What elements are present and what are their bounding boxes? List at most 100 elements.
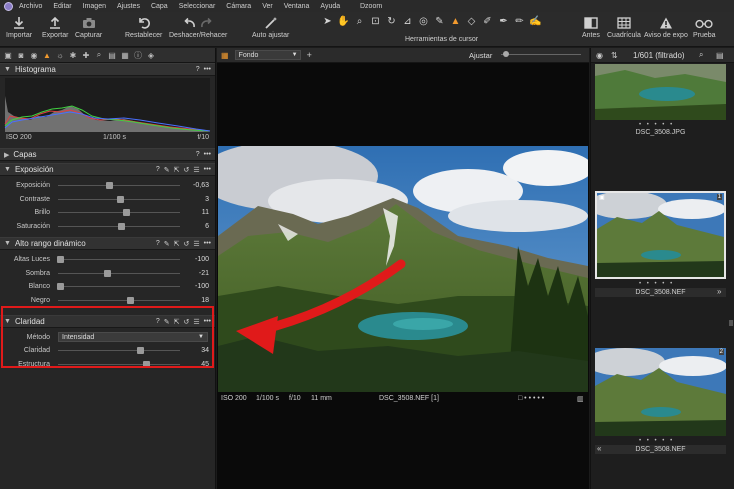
layers-header[interactable]: ▶ Capas ? ••• [0,148,215,161]
zoom-fit-label[interactable]: Ajustar [469,51,492,60]
menu-archivo[interactable]: Archivo [19,3,42,10]
sort-icon[interactable]: ⇅ [611,51,618,60]
hdr-header[interactable]: ▼ Alto rango dinámico ? ✎ ⇱ ↺ ☰ ••• [0,237,215,250]
main-photo[interactable] [218,146,588,392]
menu-ayuda[interactable]: Ayuda [320,3,340,10]
menu-imagen[interactable]: Imagen [83,3,106,10]
undo-redo-button[interactable]: Deshacer/Rehacer [169,14,227,39]
slider-track[interactable] [58,269,180,277]
adjust-tab-icon[interactable]: ⌕ [95,50,103,59]
menu-ventana[interactable]: Ventana [284,3,310,10]
exposure-tab-icon[interactable]: ☼ [56,51,64,60]
proof-button[interactable]: Prueba [693,14,716,39]
eye-icon[interactable]: ◉ [596,51,603,60]
color-tag-icon[interactable]: ▥ [577,395,584,403]
menu-seleccionar[interactable]: Seleccionar [179,3,216,10]
menu-ver[interactable]: Ver [262,3,273,10]
local-adjust-tab-icon[interactable]: ✚ [82,51,90,60]
slider-knob[interactable] [123,209,131,217]
filter-icon[interactable]: ▤ [716,51,724,60]
metadata-tab-icon[interactable]: ▤ [108,51,116,60]
slider-value[interactable]: 6 [205,223,209,230]
slider-value[interactable]: -0,63 [193,182,209,189]
before-button[interactable]: Antes [582,14,600,39]
chevron-down-icon[interactable]: ▼ [4,166,11,173]
background-select[interactable]: Fondo ▼ [234,50,301,60]
slider-knob[interactable] [118,222,126,230]
zoom-slider[interactable] [501,51,581,57]
slider-value[interactable]: 3 [205,196,209,203]
eraser-icon[interactable]: ◇ [466,15,477,28]
import-button[interactable]: Importar [6,14,32,39]
reset-button[interactable]: Restablecer [125,14,162,39]
help-icon[interactable]: ? [196,151,200,158]
zoom-knob[interactable] [503,51,509,57]
clone-icon[interactable]: ✏ [514,15,525,28]
eyedropper-icon[interactable]: ✒ [498,15,509,28]
thumbnail[interactable] [595,64,726,120]
slider-track[interactable] [57,256,180,264]
menu-ajustes[interactable]: Ajustes [117,3,140,10]
copy-icon[interactable]: ⇱ [174,166,180,174]
add-icon[interactable]: + [307,50,312,60]
reset-icon[interactable]: ↺ [183,166,189,174]
help-icon[interactable]: ? [196,66,200,73]
slider-knob[interactable] [126,296,134,304]
thumbnail-rating[interactable]: • • • • • [639,281,674,287]
exposure-header[interactable]: ▼ Exposición ? ✎ ⇱ ↺ ☰ ••• [0,163,215,176]
output-tab-icon[interactable]: ▦ [121,51,129,60]
scrollbar[interactable] [729,320,733,326]
capture-tab-icon[interactable]: ◙ [17,51,25,60]
slider-knob[interactable] [57,256,65,264]
slider-knob[interactable] [103,269,111,277]
export-button[interactable]: Exportar [42,14,68,39]
slider-knob[interactable] [106,182,114,190]
gradient-icon[interactable]: ✐ [482,15,493,28]
help-icon[interactable]: ? [156,240,160,248]
menu-camara[interactable]: Cámara [226,3,251,10]
slider-track[interactable] [58,296,180,304]
spot-icon[interactable]: ◎ [418,15,429,28]
help-icon[interactable]: ? [156,166,160,174]
app-logo-icon[interactable] [4,1,13,11]
viewer-grid-icon[interactable]: ▦ [221,51,229,60]
slider-value[interactable]: -100 [195,256,209,263]
more-icon[interactable]: ••• [204,66,211,73]
info-tab-icon[interactable]: ⓘ [134,51,142,60]
details-tab-icon[interactable]: ✱ [69,51,77,60]
slider-value[interactable]: -100 [195,283,209,290]
thumbnail-rating[interactable]: • • • • • [639,438,674,444]
slider-value[interactable]: 18 [201,297,209,304]
thumbnail-rating[interactable]: • • • • • [639,122,674,128]
expand-right-icon[interactable]: » [717,287,721,296]
more-icon[interactable]: ••• [204,151,211,158]
slider-track[interactable] [57,283,180,291]
slider-value[interactable]: -21 [199,270,209,277]
color-tab-icon[interactable]: ▲ [43,51,51,60]
slider-knob[interactable] [57,283,65,291]
menu-editar[interactable]: Editar [53,3,71,10]
exposure-warning-button[interactable]: Aviso de expo [644,14,688,39]
presets-icon[interactable]: ☰ [193,166,199,174]
slider-track[interactable] [58,209,180,217]
keystone-icon[interactable]: ⊿ [402,15,413,28]
zoom-icon[interactable]: ⌕ [354,15,365,28]
search-icon[interactable]: ⌕ [699,50,703,60]
rating-dots[interactable]: □ • • • • • [518,395,544,402]
annotate-icon[interactable]: ✍ [529,15,541,28]
grid-button[interactable]: Cuadrícula [607,14,641,39]
pan-hand-icon[interactable]: ✋ [337,15,349,28]
select-cursor-icon[interactable]: ➤ [322,15,333,28]
chevron-down-icon[interactable]: ▼ [4,66,11,73]
slider-track[interactable] [58,182,180,190]
batch-tab-icon[interactable]: ◈ [147,51,155,60]
more-icon[interactable]: ••• [204,166,211,174]
slider-value[interactable]: 11 [202,209,209,216]
slider-knob[interactable] [117,195,125,203]
presets-icon[interactable]: ☰ [193,240,199,248]
library-tab-icon[interactable]: ▣ [4,51,12,60]
chevron-right-icon[interactable]: ▶ [4,151,9,159]
picker-icon[interactable]: ✎ [434,15,445,28]
slider-track[interactable] [58,195,180,203]
chevron-down-icon[interactable]: ▼ [4,240,11,247]
